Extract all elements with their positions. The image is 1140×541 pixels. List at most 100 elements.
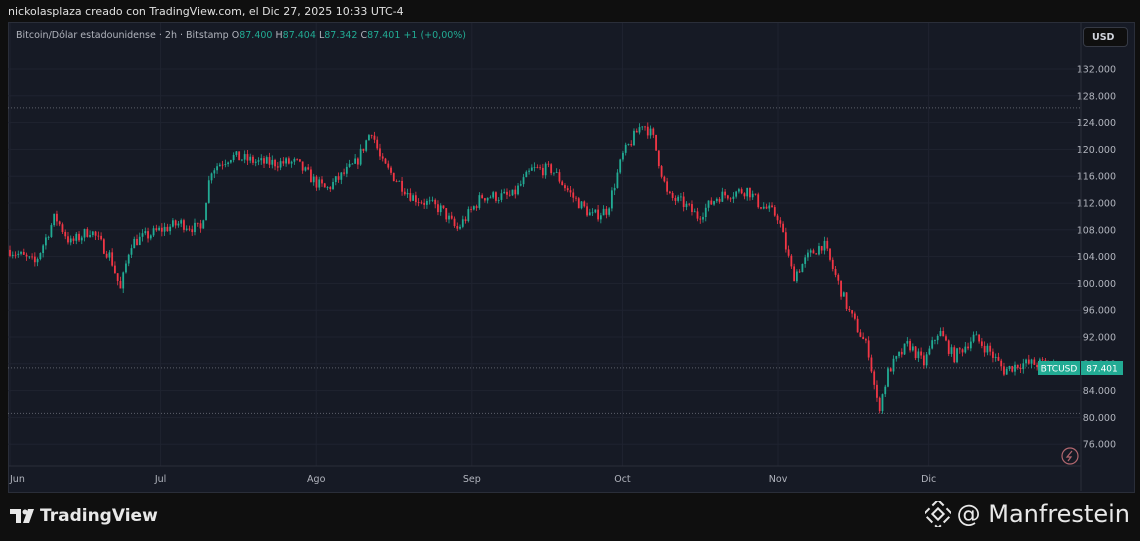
candle bbox=[334, 175, 337, 186]
candle bbox=[260, 154, 263, 165]
candle bbox=[920, 347, 923, 359]
y-tick-label: 84.000 bbox=[1083, 386, 1116, 397]
currency-button[interactable]: USD bbox=[1083, 27, 1128, 47]
candle bbox=[227, 161, 230, 167]
alert-icon[interactable] bbox=[1061, 447, 1079, 465]
handle-text: @ Manfrestein bbox=[956, 500, 1130, 528]
y-tick-label: 80.000 bbox=[1083, 413, 1116, 424]
candle bbox=[884, 384, 887, 398]
candle bbox=[939, 327, 942, 337]
close-value: 87.401 bbox=[367, 30, 401, 41]
candle bbox=[707, 200, 710, 212]
price-chart[interactable]: 132.000 128.000 124.000 120.000 116.000 112.0… bbox=[0, 0, 1140, 541]
candle bbox=[721, 187, 724, 203]
candle bbox=[387, 160, 390, 170]
candle bbox=[956, 347, 958, 364]
candle bbox=[738, 187, 740, 194]
candle bbox=[729, 197, 732, 203]
candle bbox=[163, 222, 166, 236]
candle bbox=[547, 161, 550, 168]
candle bbox=[282, 157, 285, 167]
candle bbox=[91, 230, 94, 238]
candle bbox=[299, 159, 301, 163]
candle bbox=[809, 248, 812, 257]
candle bbox=[649, 125, 652, 139]
candle bbox=[500, 189, 503, 203]
candle bbox=[50, 223, 53, 238]
candle bbox=[749, 187, 751, 201]
x-axis: Jun Jul Ago Sep Oct Nov Dic bbox=[9, 474, 936, 485]
candle bbox=[86, 227, 89, 238]
candle bbox=[417, 198, 420, 207]
candle bbox=[489, 195, 492, 199]
candle bbox=[558, 169, 561, 184]
candle bbox=[390, 165, 392, 176]
candle bbox=[1000, 358, 1003, 371]
candle bbox=[798, 269, 801, 274]
candle bbox=[379, 143, 381, 161]
candle bbox=[853, 311, 856, 321]
candle bbox=[492, 190, 495, 199]
candle bbox=[271, 155, 274, 169]
candle bbox=[301, 161, 304, 174]
candle bbox=[461, 215, 464, 229]
candle bbox=[318, 176, 321, 191]
candle bbox=[699, 216, 702, 224]
candle bbox=[36, 257, 39, 267]
author-handle: @ Manfrestein bbox=[924, 500, 1130, 528]
candle bbox=[911, 343, 914, 352]
candle bbox=[577, 196, 580, 209]
candle bbox=[426, 198, 428, 209]
candle bbox=[831, 257, 834, 272]
y-tick-label: 112.000 bbox=[1077, 199, 1116, 210]
candle bbox=[180, 218, 183, 228]
candle bbox=[160, 223, 163, 237]
high-label: H bbox=[275, 30, 283, 41]
candle bbox=[934, 339, 936, 345]
candle bbox=[420, 200, 423, 205]
candle bbox=[840, 280, 842, 300]
candle bbox=[903, 343, 906, 356]
x-tick-label: Nov bbox=[769, 474, 788, 485]
candle bbox=[434, 198, 437, 209]
candle bbox=[539, 164, 542, 170]
symbol-name: Bitcoin/Dólar estadounidense · 2h · Bits… bbox=[16, 30, 229, 41]
candle bbox=[249, 153, 252, 164]
candle bbox=[865, 337, 867, 344]
candle bbox=[580, 200, 583, 210]
candle bbox=[475, 204, 478, 211]
candle bbox=[1016, 364, 1019, 370]
candle bbox=[958, 347, 961, 354]
candle bbox=[136, 234, 138, 246]
candle bbox=[72, 236, 75, 245]
change-value: +1 (+0,00%) bbox=[403, 30, 467, 41]
candle bbox=[751, 190, 754, 200]
candle bbox=[677, 194, 680, 203]
candle bbox=[495, 191, 497, 203]
candle bbox=[569, 186, 572, 197]
candle bbox=[525, 170, 528, 178]
candle bbox=[351, 162, 354, 165]
candle bbox=[307, 164, 310, 171]
candle bbox=[174, 219, 177, 229]
candle bbox=[450, 211, 453, 220]
candle bbox=[619, 158, 622, 175]
candle bbox=[1008, 365, 1011, 372]
candle bbox=[826, 237, 829, 252]
candle bbox=[715, 197, 718, 203]
candle bbox=[693, 208, 696, 213]
candle bbox=[345, 163, 348, 178]
candle bbox=[453, 216, 456, 228]
candle bbox=[207, 175, 210, 204]
candle bbox=[403, 188, 406, 196]
candle bbox=[263, 155, 265, 169]
candle bbox=[401, 177, 403, 196]
candle bbox=[398, 180, 401, 182]
symbol-legend[interactable]: Bitcoin/Dólar estadounidense · 2h · Bits… bbox=[16, 30, 466, 41]
candle bbox=[878, 396, 881, 414]
candle bbox=[332, 178, 334, 191]
candle bbox=[111, 248, 114, 267]
candle bbox=[373, 131, 376, 144]
open-value: 87.400 bbox=[239, 30, 273, 41]
candle bbox=[848, 306, 851, 313]
